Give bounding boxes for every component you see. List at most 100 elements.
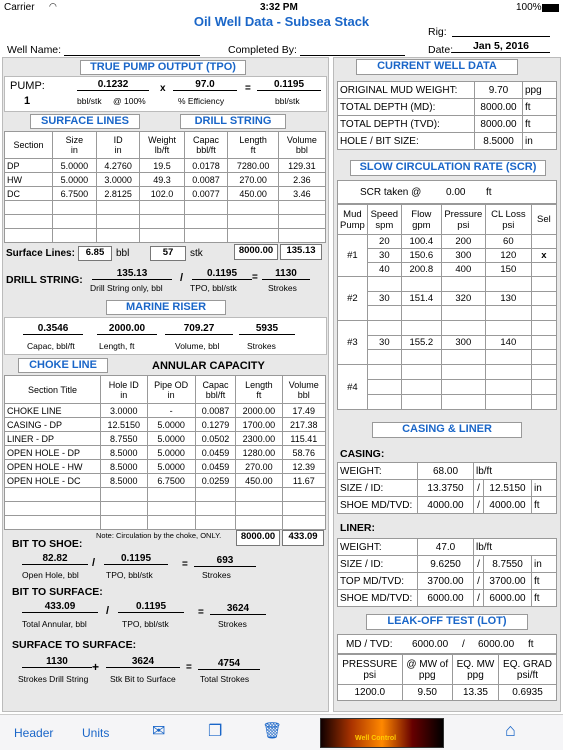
scr-taken-value[interactable]: 0.00 — [446, 187, 465, 198]
drill-string-strokes-caption: Strokes — [268, 283, 297, 293]
table-row[interactable] — [4, 515, 327, 530]
surface-to-surface-bit-caption: Stk Bit to Surface — [110, 674, 176, 684]
pump-number[interactable]: 1 — [24, 95, 30, 107]
table-row[interactable]: 1200.0 9.50 13.35 0.6935 — [337, 684, 558, 701]
header-button[interactable]: Header — [14, 726, 53, 740]
table-row[interactable]: DP 5.0000 4.2760 19.5 0.0178 7280.00 129.31 — [4, 158, 327, 173]
surface-lines-title[interactable]: SURFACE LINES — [30, 114, 140, 129]
table-row[interactable]: OPEN HOLE - DC 8.5000 6.7500 0.0259 450.00 11… — [4, 473, 327, 488]
table-row[interactable] — [4, 214, 327, 229]
table-row[interactable]: WEIGHT: 68.00 lb/ft — [337, 462, 557, 480]
header-speed: Speed spm — [366, 204, 402, 235]
table-row[interactable]: CASING - DP 12.5150 5.0000 0.1279 1700.00 217… — [4, 417, 327, 432]
surface-lines-stk-unit: stk — [190, 248, 203, 259]
battery-icon — [542, 4, 559, 12]
table-row[interactable]: TOTAL DEPTH (TVD): 8000.00 ft — [337, 115, 557, 133]
well-control-logo[interactable]: Well Control — [320, 718, 444, 748]
table-row[interactable]: HOLE / BIT SIZE: 8.5000 in — [337, 132, 557, 150]
copy-icon[interactable]: ❐ — [208, 721, 222, 741]
table-row[interactable]: 30 155.2 300 140 — [338, 335, 558, 350]
drill-string-title[interactable]: DRILL STRING — [180, 114, 286, 129]
liner-table: WEIGHT: 47.0 lb/ft SIZE / ID: 9.6250/8.7550… — [337, 538, 557, 607]
scr-table: Mud Pump Speed spm Flow gpm Pressure psi CL … — [337, 204, 558, 410]
rig-field[interactable] — [452, 36, 550, 37]
table-row[interactable]: OPEN HOLE - DP 8.5000 5.0000 0.0459 1280.00 5… — [4, 445, 327, 460]
mail-icon[interactable]: ✉ — [152, 721, 165, 741]
table-row[interactable]: #3 — [337, 320, 558, 365]
table-row[interactable]: CHOKE LINE 3.0000-0.0087 2000.00 17.49 — [4, 403, 327, 418]
table-row[interactable]: 30 151.4 320 130 — [338, 291, 558, 306]
rig-label: Rig: — [428, 26, 447, 38]
completed-by-label: Completed By: — [228, 44, 297, 56]
riser-volume-caption: Volume, bbl — [175, 341, 220, 351]
table-row[interactable] — [338, 379, 558, 395]
drill-string-volume-total: 135.13 — [280, 244, 322, 260]
efficiency-unit: % Efficiency — [178, 96, 225, 106]
drill-string-table: Section Size in ID in Weight lb/ft Capac bbl… — [4, 131, 327, 243]
carrier-label: Carrier — [4, 2, 35, 13]
choke-line-title[interactable]: CHOKE LINE — [18, 358, 108, 373]
lot-unit: ft — [528, 639, 534, 650]
units-button[interactable]: Units — [82, 726, 109, 740]
header-id: ID in — [95, 131, 141, 159]
surface-lines-stk[interactable]: 57 — [150, 246, 186, 261]
table-row[interactable] — [4, 200, 327, 215]
header-pressure: PRESSURE psi — [337, 654, 403, 685]
plus-sign: + — [92, 660, 100, 674]
riser-length[interactable]: 2000.00 — [97, 323, 157, 335]
table-row[interactable]: SIZE / ID: 13.3750/12.5150 in — [337, 479, 557, 497]
clock: 3:32 PM — [260, 2, 298, 13]
table-row[interactable]: 40 200.8 400 150 — [338, 262, 558, 277]
table-row[interactable]: TOP MD/TVD: 3700.00/3700.00 ft — [337, 572, 557, 590]
table-row[interactable]: SHOE MD/TVD: 6000.00/6000.00 ft — [337, 589, 557, 607]
trash-icon[interactable]: 🗑 — [262, 721, 282, 741]
surface-to-surface-ds: 1130 — [22, 656, 92, 668]
casing-table: WEIGHT: 68.00 lb/ft SIZE / ID: 13.3750/12.5… — [337, 462, 557, 514]
table-row[interactable] — [338, 305, 558, 321]
table-row[interactable] — [4, 228, 327, 243]
drill-string-tpo-caption: TPO, bbl/stk — [190, 283, 237, 293]
marine-riser-box: 0.3546 Capac, bbl/ft 2000.00 Length, ft … — [4, 317, 327, 355]
lot-title: LEAK-OFF TEST (LOT) — [366, 614, 528, 630]
lot-md-tvd-row[interactable]: MD / TVD: 6000.00 / 6000.00 ft — [337, 634, 557, 654]
table-row[interactable] — [4, 501, 327, 516]
lot-md-value[interactable]: 6000.00 — [412, 639, 448, 650]
table-row[interactable]: 30 150.6 300 120 x — [338, 248, 558, 263]
equals-sign: = — [245, 83, 251, 94]
table-row[interactable]: WEIGHT: 47.0 lb/ft — [337, 538, 557, 556]
pump-output-value[interactable]: 0.1232 — [77, 79, 149, 91]
table-row[interactable]: #4 — [337, 364, 558, 410]
bottom-toolbar: Header Units ✉ ❐ 🗑 Well Control ⌂ — [0, 714, 563, 750]
table-row[interactable]: #1 20 100.4 200 60 — [337, 234, 558, 277]
riser-strokes: 5935 — [239, 323, 295, 335]
efficiency-value[interactable]: 97.0 — [173, 79, 237, 91]
page-title: Oil Well Data - Subsea Stack — [193, 14, 370, 29]
table-row[interactable]: #2 — [337, 276, 558, 321]
surface-to-surface-bit: 3624 — [106, 656, 180, 668]
date-field[interactable]: Jan 5, 2016 — [452, 40, 550, 53]
completed-by-field[interactable] — [300, 55, 405, 56]
table-row[interactable] — [338, 349, 558, 365]
table-row[interactable]: ORIGINAL MUD WEIGHT: 9.70 ppg — [337, 81, 557, 99]
lot-tvd-value[interactable]: 6000.00 — [478, 639, 514, 650]
divide-sign: / — [106, 605, 110, 617]
table-row[interactable]: SHOE MD/TVD: 4000.00/4000.00 ft — [337, 496, 557, 514]
header-pipe-od: Pipe OD in — [146, 375, 196, 404]
table-row[interactable]: SIZE / ID: 9.6250/8.7550 in — [337, 555, 557, 573]
scr-taken-row: SCR taken @ 0.00 ft — [337, 180, 557, 204]
casing-liner-title: CASING & LINER — [372, 422, 522, 438]
home-icon[interactable]: ⌂ — [505, 720, 516, 741]
table-row[interactable]: DC 6.7500 2.8125 102.0 0.0077 450.00 3.46 — [4, 186, 327, 201]
table-row[interactable] — [4, 487, 327, 502]
table-row[interactable]: HW 5.0000 3.0000 49.3 0.0087 270.00 2.36 — [4, 172, 327, 187]
table-row[interactable] — [338, 394, 558, 410]
table-row[interactable]: LINER - DP 8.7550 5.0000 0.0502 2300.00 115.4… — [4, 431, 327, 446]
table-row[interactable]: TOTAL DEPTH (MD): 8000.00 ft — [337, 98, 557, 116]
equals-sign: = — [186, 662, 192, 673]
table-row[interactable]: OPEN HOLE - HW 8.5000 5.0000 0.0459 270.00 12… — [4, 459, 327, 474]
riser-capac[interactable]: 0.3546 — [23, 323, 83, 335]
surface-lines-bbl[interactable]: 6.85 — [78, 246, 112, 261]
bit-to-surface-bbl: 433.09 — [22, 601, 98, 613]
battery-percent: 100% — [516, 2, 542, 13]
well-name-field[interactable] — [64, 55, 200, 56]
